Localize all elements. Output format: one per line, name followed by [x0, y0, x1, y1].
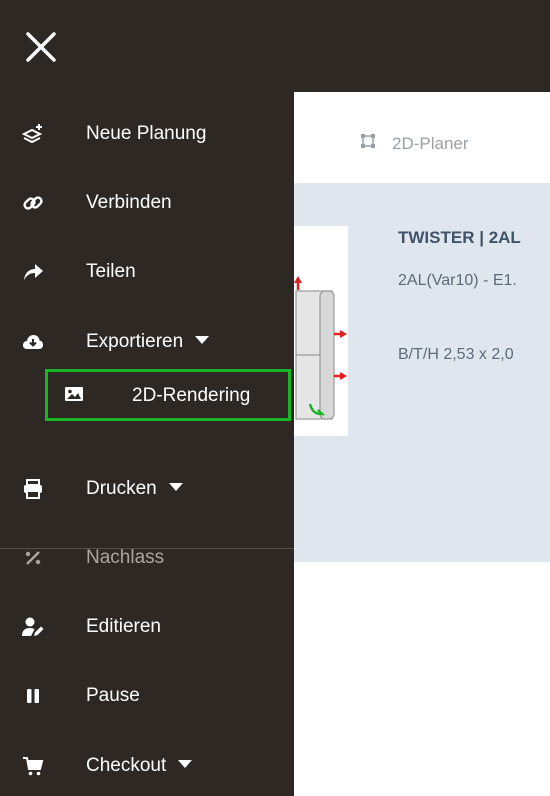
tab-2d-planer[interactable]: 2D-Planer [360, 133, 469, 154]
menu-label: Checkout [86, 755, 193, 777]
vector-square-icon [360, 133, 376, 154]
menu-label: 2D-Rendering [132, 385, 251, 406]
menu-label: Exportieren [86, 331, 210, 353]
menu-label: Pause [86, 685, 140, 706]
tab-label: 2D-Planer [392, 133, 469, 153]
menu-item-neue-planung[interactable]: Neue Planung [0, 112, 294, 156]
menu-label: Neue Planung [86, 123, 207, 144]
sidebar-menu: Neue Planung Verbinden Teilen Exportiere… [0, 92, 294, 796]
layers-plus-icon [22, 123, 44, 145]
menu-subitem-2d-rendering[interactable]: 2D-Rendering [45, 369, 291, 421]
product-thumbnail[interactable] [294, 226, 348, 436]
image-icon [64, 384, 84, 404]
menu-item-nachlass: Nachlass [0, 536, 294, 580]
menu-item-drucken[interactable]: Drucken [0, 467, 294, 511]
caret-down-icon [168, 482, 183, 491]
share-icon [22, 261, 44, 283]
percent-icon [22, 547, 44, 569]
menu-label: Teilen [86, 261, 136, 282]
caret-down-icon [195, 335, 210, 344]
close-icon[interactable] [24, 30, 58, 64]
pause-icon [22, 685, 44, 707]
menu-label: Editieren [86, 616, 161, 637]
menu-label: Drucken [86, 478, 183, 500]
caret-down-icon [178, 759, 193, 768]
top-bar [0, 0, 550, 92]
cloud-download-icon [22, 331, 44, 353]
menu-item-pause[interactable]: Pause [0, 674, 294, 718]
user-edit-icon [22, 616, 44, 638]
menu-item-verbinden[interactable]: Verbinden [0, 181, 294, 225]
menu-item-teilen[interactable]: Teilen [0, 250, 294, 294]
menu-label: Nachlass [86, 547, 165, 568]
product-dimensions: B/T/H 2,53 x 2,0 [398, 346, 514, 363]
menu-label: Verbinden [86, 192, 172, 213]
menu-item-checkout[interactable]: Checkout [0, 744, 294, 788]
printer-icon [22, 478, 44, 500]
cart-icon [22, 755, 44, 777]
main-content: 2D-Planer TWISTER | 2AL 2AL(Var10) - E1.… [294, 92, 550, 796]
product-title: TWISTER | 2AL [398, 228, 521, 247]
menu-item-editieren[interactable]: Editieren [0, 605, 294, 649]
product-variant: 2AL(Var10) - E1. [398, 272, 517, 289]
menu-item-exportieren[interactable]: Exportieren [0, 320, 294, 364]
link-icon [22, 192, 44, 214]
